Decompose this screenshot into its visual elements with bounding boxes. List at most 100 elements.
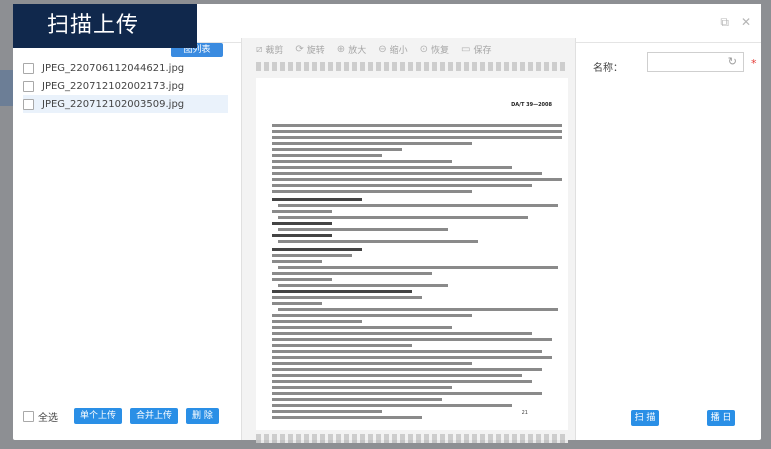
file-name: JPEG_220706112044621.jpg <box>42 62 185 74</box>
zoom-out-tool[interactable]: ⊖ 缩小 <box>378 43 407 56</box>
list-item[interactable]: JPEG_220712102002173.jpg <box>23 77 228 95</box>
document-text-line <box>272 130 562 133</box>
restore-icon: ⊙ <box>419 43 428 55</box>
scan-button[interactable]: 扫 描 <box>631 410 659 426</box>
document-text-line <box>278 240 478 243</box>
document-text-line <box>272 410 382 413</box>
select-all-label: 全选 <box>38 412 58 424</box>
document-text-line <box>272 326 452 329</box>
document-bottom-edge <box>256 434 568 443</box>
document-text-line <box>272 350 542 353</box>
document-text-line <box>272 154 382 157</box>
document-text-line <box>272 356 552 359</box>
document-text-line <box>272 166 512 169</box>
image-viewer: ⧄ 裁剪 ⟳ 旋转 ⊕ 放大 ⊖ 缩小 ⊙ 恢复 ▭ 保存 DA/T 39—20… <box>241 38 576 443</box>
delete-button[interactable]: 删 除 <box>186 408 219 424</box>
tool-label: 旋转 <box>306 45 325 56</box>
document-text-line <box>272 290 412 293</box>
dialog-title: 扫描上传 <box>13 4 197 48</box>
scan-upload-dialog: ⧉ ✕ 扫描上传 图列表 JPEG_220706112044621.jpg JP… <box>13 4 761 443</box>
refresh-icon[interactable]: ↻ <box>728 55 737 68</box>
document-code: DA/T 39—2008 <box>511 102 552 108</box>
document-text-line <box>272 314 472 317</box>
file-checkbox[interactable] <box>23 80 34 92</box>
restore-icon[interactable]: ⧉ <box>720 15 729 30</box>
select-all-checkbox[interactable] <box>23 410 34 422</box>
document-text-line <box>272 184 532 187</box>
document-text-line <box>272 190 472 193</box>
crop-icon: ⧄ <box>256 43 263 55</box>
document-top-edge <box>256 62 568 71</box>
document-text-line <box>272 392 542 395</box>
file-actions: 全选 单个上传 合并上传 删 除 <box>23 408 219 424</box>
document-text-line <box>272 380 532 383</box>
file-name: JPEG_220712102003509.jpg <box>42 98 185 110</box>
document-text-line <box>272 332 532 335</box>
single-upload-button[interactable]: 单个上传 <box>74 408 123 424</box>
document-text-line <box>272 404 512 407</box>
document-text-line <box>272 172 542 175</box>
document-text-line <box>272 368 542 371</box>
file-checkbox[interactable] <box>23 62 34 74</box>
file-checkbox[interactable] <box>23 98 34 110</box>
merge-upload-button[interactable]: 合并上传 <box>130 408 179 424</box>
document-text-line <box>272 178 562 181</box>
crop-tool[interactable]: ⧄ 裁剪 <box>256 43 283 56</box>
file-list: JPEG_220706112044621.jpg JPEG_2207121020… <box>23 59 228 113</box>
document-text-line <box>278 284 448 287</box>
document-text-line <box>272 320 362 323</box>
document-text-line <box>272 362 472 365</box>
select-all[interactable]: 全选 <box>23 409 58 424</box>
save-icon: ▭ <box>461 43 471 55</box>
scan-button-2[interactable]: 播 日 <box>707 410 735 426</box>
document-text-line <box>272 398 442 401</box>
document-text-line <box>272 386 452 389</box>
page-number: 21 <box>521 410 528 416</box>
document-text-line <box>272 142 472 145</box>
restore-tool[interactable]: ⊙ 恢复 <box>420 43 449 56</box>
document-text-line <box>272 124 562 127</box>
name-field[interactable]: ↻ <box>647 52 744 72</box>
document-text-line <box>278 216 528 219</box>
zoom-out-icon: ⊖ <box>378 43 387 55</box>
document-text-line <box>272 338 552 341</box>
list-item[interactable]: JPEG_220712102003509.jpg <box>23 95 228 113</box>
file-name: JPEG_220712102002173.jpg <box>42 80 185 92</box>
tool-label: 恢复 <box>431 45 450 56</box>
header-icon-group: ⧉ ✕ <box>720 15 751 30</box>
document-text-line <box>272 416 422 419</box>
document-text-line <box>272 222 332 225</box>
viewer-toolbar: ⧄ 裁剪 ⟳ 旋转 ⊕ 放大 ⊖ 缩小 ⊙ 恢复 ▭ 保存 <box>242 38 575 60</box>
document-text-line <box>272 234 332 237</box>
zoom-in-icon: ⊕ <box>336 43 346 55</box>
document-text-line <box>272 160 452 163</box>
name-label: 名称： <box>593 63 623 74</box>
file-list-panel: 图列表 JPEG_220706112044621.jpg JPEG_220712… <box>13 43 228 440</box>
document-text-line <box>272 272 432 275</box>
document-text-line <box>278 204 558 207</box>
properties-panel: 名称： ↻ * 扫 描 播 日 <box>581 43 761 440</box>
document-text-line <box>272 248 362 251</box>
document-text-line <box>272 278 332 281</box>
document-text-line <box>272 148 402 151</box>
background-page <box>0 70 14 106</box>
close-icon[interactable]: ✕ <box>741 15 751 30</box>
zoom-in-tool[interactable]: ⊕ 放大 <box>337 43 366 56</box>
document-text-line <box>272 374 522 377</box>
document-text-line <box>272 260 322 263</box>
rotate-tool[interactable]: ⟳ 旋转 <box>295 43 324 56</box>
list-item[interactable]: JPEG_220706112044621.jpg <box>23 59 228 77</box>
required-mark: * <box>751 57 757 70</box>
document-text-line <box>272 136 562 139</box>
tool-label: 缩小 <box>389 45 408 56</box>
document-text-line <box>272 344 412 347</box>
rotate-icon: ⟳ <box>295 43 304 55</box>
document-text-line <box>278 228 448 231</box>
scanned-document-page[interactable]: DA/T 39—2008 21 <box>256 78 568 430</box>
document-text-line <box>272 296 422 299</box>
document-text-line <box>278 266 558 269</box>
tool-label: 裁剪 <box>265 45 284 56</box>
save-tool[interactable]: ▭ 保存 <box>461 43 491 56</box>
document-text-line <box>272 198 362 201</box>
tool-label: 放大 <box>348 45 367 56</box>
